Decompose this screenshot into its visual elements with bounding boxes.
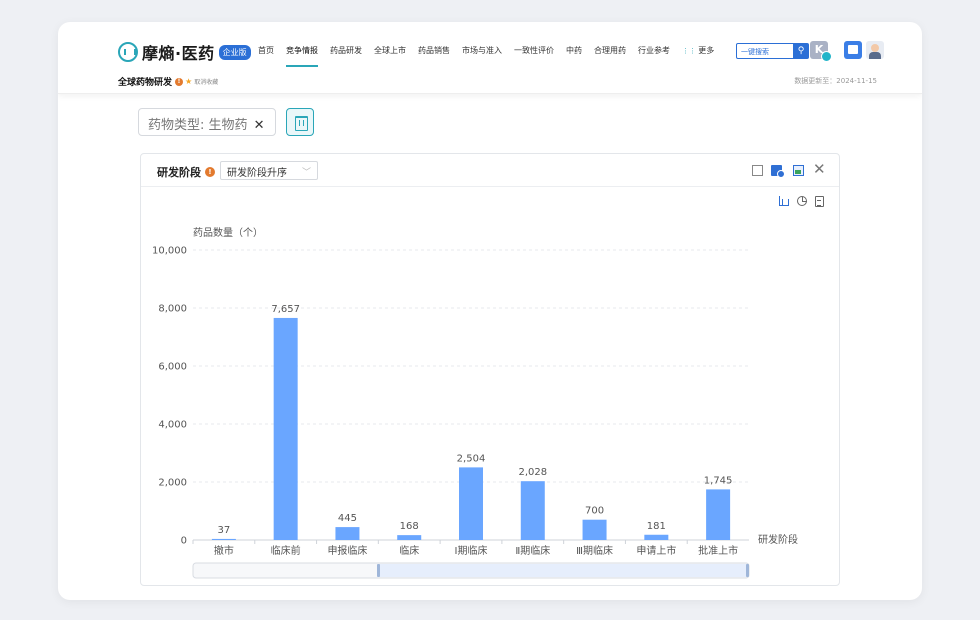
filter-chip-label: 药物类型: 生物药 — [148, 118, 248, 133]
bar-value-label: 700 — [585, 506, 604, 517]
main-card: 摩熵·医药 企业版 首页 竞争情报 药品研发 全球上市 药品销售 市场与准入 一… — [58, 22, 922, 600]
bar[interactable] — [459, 467, 483, 540]
y-tick-label: 2,000 — [158, 478, 187, 489]
nav-item-tcm[interactable]: 中药 — [566, 45, 582, 67]
main-nav: 首页 竞争情报 药品研发 全球上市 药品销售 市场与准入 一致性评价 中药 合理… — [258, 45, 726, 67]
bar-value-label: 168 — [400, 521, 419, 532]
zoom-handle-right[interactable] — [746, 564, 749, 577]
y-tick-label: 8,000 — [158, 304, 187, 315]
top-header: 摩熵·医药 企业版 首页 竞争情报 药品研发 全球上市 药品销售 市场与准入 一… — [58, 22, 922, 94]
zoom-handle-left[interactable] — [377, 564, 380, 577]
star-icon[interactable]: ★ — [185, 77, 192, 86]
bar-value-label: 1,745 — [704, 475, 733, 486]
logo-text: 摩熵·医药 — [142, 44, 215, 63]
nav-item-market-access[interactable]: 市场与准入 — [462, 45, 502, 67]
logo[interactable]: 摩熵·医药 企业版 — [118, 40, 251, 64]
x-tick-label: 申请上市 — [636, 544, 676, 557]
info-icon[interactable]: ! — [175, 77, 184, 86]
y-tick-labels: 0 2,000 4,000 6,000 8,000 10,000 — [152, 246, 187, 547]
x-tick-label: Ⅲ期临床 — [576, 544, 613, 557]
vip-k-icon[interactable]: K — [810, 41, 832, 62]
x-tick-label: Ⅰ期临床 — [455, 544, 488, 557]
y-tick-label: 4,000 — [158, 420, 187, 431]
bar-chart: 药品数量（个） 研发阶段 0 2,000 4,000 6,000 8,000 10,000… — [152, 226, 798, 579]
y-tick-label: 10,000 — [152, 246, 187, 257]
nav-item-rational-use[interactable]: 合理用药 — [594, 45, 626, 67]
bar[interactable] — [644, 534, 669, 540]
bar-value-label: 2,504 — [457, 453, 486, 464]
bar-value-label: 2,028 — [518, 467, 547, 478]
bar-value-label: 7,657 — [271, 304, 300, 315]
document-icon[interactable] — [844, 41, 862, 59]
x-tick-label: Ⅱ期临床 — [515, 544, 550, 557]
bar[interactable] — [706, 489, 731, 540]
zoom-selection[interactable] — [379, 564, 748, 577]
x-tick-label: 临床 — [399, 544, 419, 557]
bar[interactable] — [520, 481, 545, 540]
bar[interactable] — [211, 538, 236, 540]
page-title-row: 全球药物研发 ! ★ 取消收藏 — [118, 75, 218, 88]
quick-search-input[interactable]: 一键搜索 — [736, 43, 794, 59]
x-tick-label: 申报临床 — [327, 544, 367, 557]
x-tick-label: 批准上市 — [698, 544, 738, 557]
bars — [211, 317, 731, 540]
bar[interactable] — [273, 317, 298, 540]
y-axis-label: 药品数量（个） — [193, 226, 263, 239]
bar[interactable] — [397, 535, 422, 540]
x-tick-label: 撤市 — [214, 544, 234, 557]
bar-value-label: 37 — [218, 525, 231, 536]
logo-icon — [118, 42, 138, 62]
nav-item-more[interactable]: 更多 — [682, 45, 714, 67]
avatar[interactable] — [866, 41, 884, 59]
close-icon[interactable]: ✕ — [254, 118, 265, 133]
page-title: 全球药物研发 — [118, 78, 173, 88]
bar-value-label: 445 — [338, 513, 357, 524]
nav-item-industry-ref[interactable]: 行业参考 — [638, 45, 670, 67]
search-icon[interactable]: ⚲ — [793, 43, 809, 59]
filter-chip-drug-type[interactable]: 药物类型: 生物药 ✕ — [138, 108, 276, 136]
bar[interactable] — [582, 519, 607, 540]
nav-item-consistency[interactable]: 一致性评价 — [514, 45, 554, 67]
clear-filters-trash-button[interactable] — [286, 108, 314, 136]
bar[interactable] — [335, 527, 360, 540]
bar-value-label: 181 — [647, 521, 666, 532]
chart-panel: 研发阶段 ! 研发阶段升序 ﹀ ✕ 药品数量（个） 研发阶段 0 2,000 4,0… — [140, 153, 840, 586]
nav-item-competitive-intel[interactable]: 竞争情报 — [286, 45, 318, 67]
x-tick-labels: 撤市 临床前 申报临床 临床 Ⅰ期临床 Ⅱ期临床 Ⅲ期临床 申请上市 批准上市 — [214, 544, 738, 557]
x-axis-label: 研发阶段 — [758, 533, 798, 546]
x-tick-label: 临床前 — [271, 544, 301, 557]
edition-badge: 企业版 — [218, 44, 251, 60]
y-tick-label: 0 — [181, 536, 187, 547]
nav-item-home[interactable]: 首页 — [258, 45, 274, 67]
nav-item-global-launch[interactable]: 全球上市 — [374, 45, 406, 67]
y-tick-label: 6,000 — [158, 362, 187, 373]
zoom-slider[interactable] — [192, 562, 750, 579]
cancel-favorite-link[interactable]: 取消收藏 — [194, 77, 218, 86]
update-date: 数据更新至：2024-11-15 — [794, 77, 877, 85]
nav-item-drug-rd[interactable]: 药品研发 — [330, 45, 362, 67]
nav-item-drug-sales[interactable]: 药品销售 — [418, 45, 450, 67]
